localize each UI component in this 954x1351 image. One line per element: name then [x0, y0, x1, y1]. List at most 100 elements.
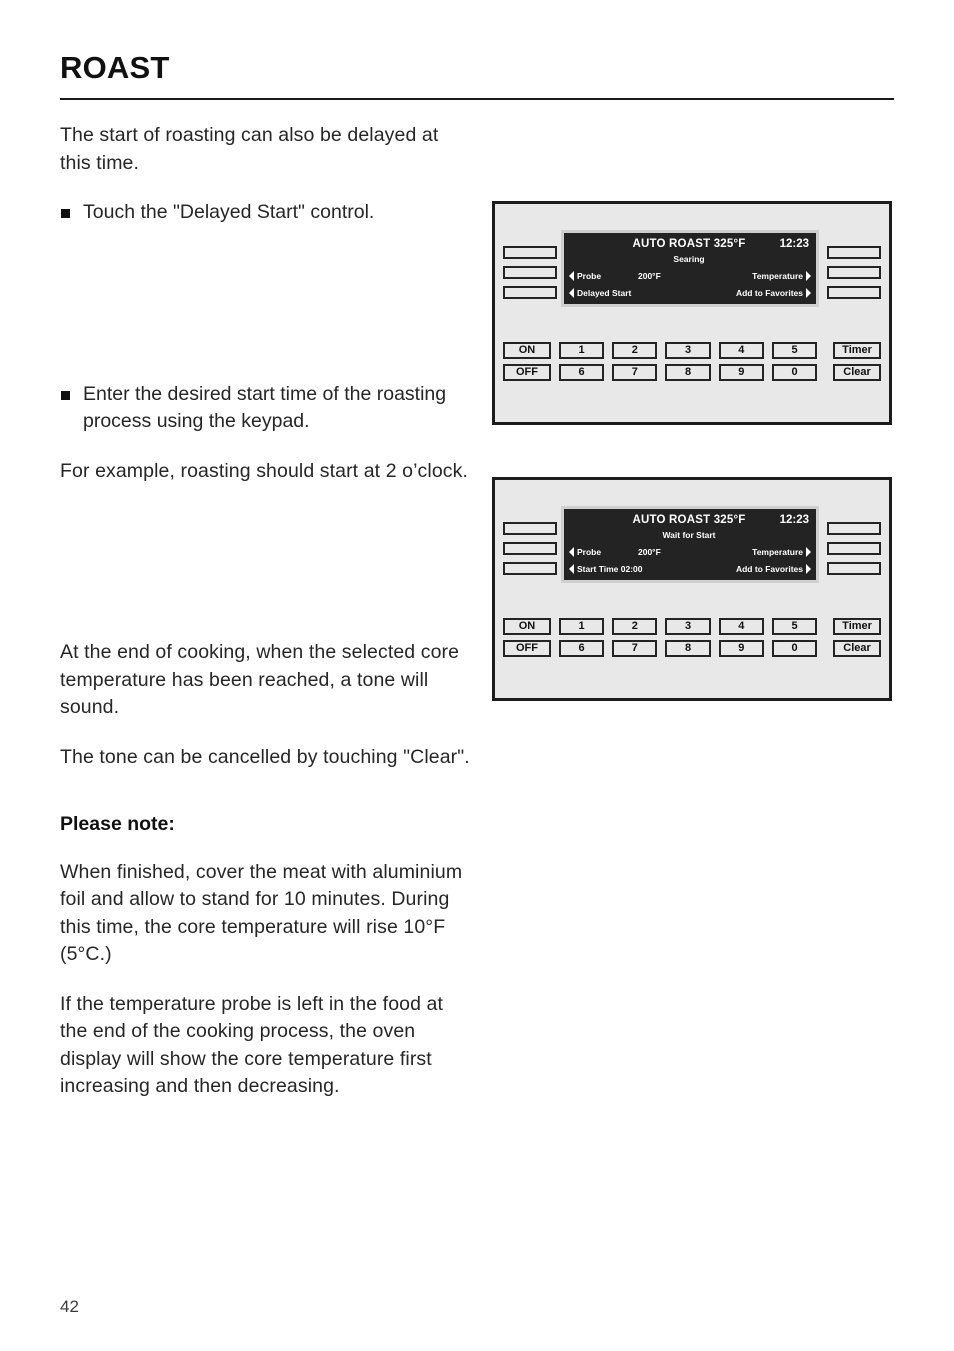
key-3[interactable]: 3	[665, 618, 711, 635]
key-6[interactable]: 6	[558, 640, 605, 657]
example-paragraph: For example, roasting should start at 2 …	[60, 459, 468, 482]
probe-behaviour-paragraph: If the temperature probe is left in the …	[60, 992, 444, 1098]
key-7[interactable]: 7	[612, 640, 658, 657]
arrow-right-icon	[806, 564, 811, 574]
right-blank-key-1[interactable]	[827, 246, 881, 259]
key-4[interactable]: 4	[718, 618, 764, 635]
key-9[interactable]: 9	[718, 640, 764, 657]
instruction-bullet-enter-start-time-text: Enter the desired start time of the roas…	[83, 382, 447, 433]
instruction-bullet-enter-start-time: Enter the desired start time of the roas…	[60, 381, 470, 436]
display-start-time-option[interactable]: Start Time 02:00	[569, 564, 643, 574]
key-3[interactable]: 3	[665, 342, 711, 359]
right-blank-key-3[interactable]	[827, 562, 881, 575]
display-row-probe: Probe 200°F Temperature	[564, 547, 816, 561]
figure-gap-one	[60, 249, 470, 381]
oven-display-screen: AUTO ROAST 325°F 12:23 Searing Probe 200…	[564, 233, 816, 304]
page-title: ROAST	[60, 50, 170, 85]
off-button[interactable]: OFF	[503, 364, 551, 381]
arrow-right-icon	[806, 547, 811, 557]
key-1[interactable]: 1	[558, 342, 605, 359]
square-bullet-icon	[61, 390, 70, 400]
left-blank-key-1[interactable]	[503, 522, 557, 535]
on-button[interactable]: ON	[503, 342, 551, 359]
arrow-left-icon	[569, 547, 574, 557]
left-blank-key-2[interactable]	[503, 542, 557, 555]
display-start-time-label: Start Time 02:00	[577, 564, 643, 574]
display-probe-value: 200°F	[638, 271, 661, 281]
page-number: 42	[60, 1297, 79, 1316]
left-blank-key-3[interactable]	[503, 562, 557, 575]
left-blank-key-1[interactable]	[503, 246, 557, 259]
display-probe-label: Probe	[577, 547, 602, 557]
key-0[interactable]: 0	[771, 640, 818, 657]
intro-paragraph: The start of roasting can also be delaye…	[60, 124, 439, 174]
display-probe-option[interactable]: Probe	[569, 547, 601, 557]
display-probe-option[interactable]: Probe	[569, 271, 601, 281]
key-9[interactable]: 9	[718, 364, 764, 381]
header-divider	[60, 98, 894, 100]
arrow-left-icon	[569, 271, 574, 281]
key-1[interactable]: 1	[558, 618, 605, 635]
left-blank-keys-group	[503, 522, 557, 575]
control-panel-wait-for-start: AUTO ROAST 325°F 12:23 Wait for Start Pr…	[492, 477, 892, 701]
display-status-subtitle: Wait for Start	[662, 530, 716, 540]
display-add-to-favorites-label: Add to Favorites	[735, 288, 803, 298]
key-2[interactable]: 2	[612, 618, 658, 635]
display-probe-label: Probe	[577, 271, 602, 281]
right-blank-keys-group	[827, 246, 881, 299]
instruction-bullet-delayed-start-text: Touch the "Delayed Start" control.	[83, 201, 375, 223]
right-blank-key-3[interactable]	[827, 286, 881, 299]
key-8[interactable]: 8	[665, 364, 711, 381]
cancel-tone-paragraph: The tone can be cancelled by touching "C…	[60, 745, 470, 768]
timer-button[interactable]: Timer	[833, 618, 881, 635]
keypad-row-bottom: OFF 6 7 8 9 0 Clear	[503, 364, 881, 381]
off-button[interactable]: OFF	[503, 640, 551, 657]
display-mode-title: AUTO ROAST 325°F	[632, 514, 746, 526]
key-4[interactable]: 4	[718, 342, 764, 359]
right-blank-key-2[interactable]	[827, 542, 881, 555]
keypad-row-bottom: OFF 6 7 8 9 0 Clear	[503, 640, 881, 657]
clear-button[interactable]: Clear	[833, 640, 881, 657]
display-mode-title: AUTO ROAST 325°F	[632, 238, 746, 250]
left-blank-keys-group	[503, 246, 557, 299]
display-delayed-start-option[interactable]: Delayed Start	[569, 288, 631, 298]
right-blank-key-1[interactable]	[827, 522, 881, 535]
display-temperature-option[interactable]: Temperature	[752, 547, 811, 557]
key-2[interactable]: 2	[612, 342, 658, 359]
resting-instructions-paragraph: When finished, cover the meat with alumi…	[60, 860, 463, 966]
oven-display-screen: AUTO ROAST 325°F 12:23 Wait for Start Pr…	[564, 509, 816, 580]
display-delayed-start-label: Delayed Start	[577, 288, 632, 298]
key-5[interactable]: 5	[771, 618, 818, 635]
key-8[interactable]: 8	[665, 640, 711, 657]
key-7[interactable]: 7	[612, 364, 658, 381]
display-row-start-time: Start Time 02:00 Add to Favorites	[564, 564, 816, 578]
display-add-to-favorites-option[interactable]: Add to Favorites	[736, 288, 811, 298]
display-clock: 12:23	[779, 514, 809, 526]
display-add-to-favorites-label: Add to Favorites	[735, 564, 803, 574]
arrow-right-icon	[806, 271, 811, 281]
left-blank-key-3[interactable]	[503, 286, 557, 299]
display-temperature-label: Temperature	[752, 547, 803, 557]
oven-display-frame: AUTO ROAST 325°F 12:23 Searing Probe 200…	[561, 230, 819, 307]
keypad-group: ON 1 2 3 4 5 Timer OFF 6 7 8 9 0 Clear	[503, 342, 881, 381]
key-0[interactable]: 0	[771, 364, 818, 381]
display-row-probe: Probe 200°F Temperature	[564, 271, 816, 285]
on-button[interactable]: ON	[503, 618, 551, 635]
display-status-subtitle: Searing	[673, 254, 705, 264]
right-blank-keys-group	[827, 522, 881, 575]
control-panel-delayed-start: AUTO ROAST 325°F 12:23 Searing Probe 200…	[492, 201, 892, 425]
right-blank-key-2[interactable]	[827, 266, 881, 279]
timer-button[interactable]: Timer	[833, 342, 881, 359]
key-5[interactable]: 5	[771, 342, 818, 359]
clear-button[interactable]: Clear	[833, 364, 881, 381]
left-blank-key-2[interactable]	[503, 266, 557, 279]
keypad-row-top: ON 1 2 3 4 5 Timer	[503, 342, 881, 359]
arrow-left-icon	[569, 564, 574, 574]
display-temperature-option[interactable]: Temperature	[752, 271, 811, 281]
key-6[interactable]: 6	[558, 364, 605, 381]
display-add-to-favorites-option[interactable]: Add to Favorites	[736, 564, 811, 574]
square-bullet-icon	[61, 209, 70, 218]
keypad-group: ON 1 2 3 4 5 Timer OFF 6 7 8 9 0 Clear	[503, 618, 881, 657]
arrow-right-icon	[806, 288, 811, 298]
oven-display-frame: AUTO ROAST 325°F 12:23 Wait for Start Pr…	[561, 506, 819, 583]
